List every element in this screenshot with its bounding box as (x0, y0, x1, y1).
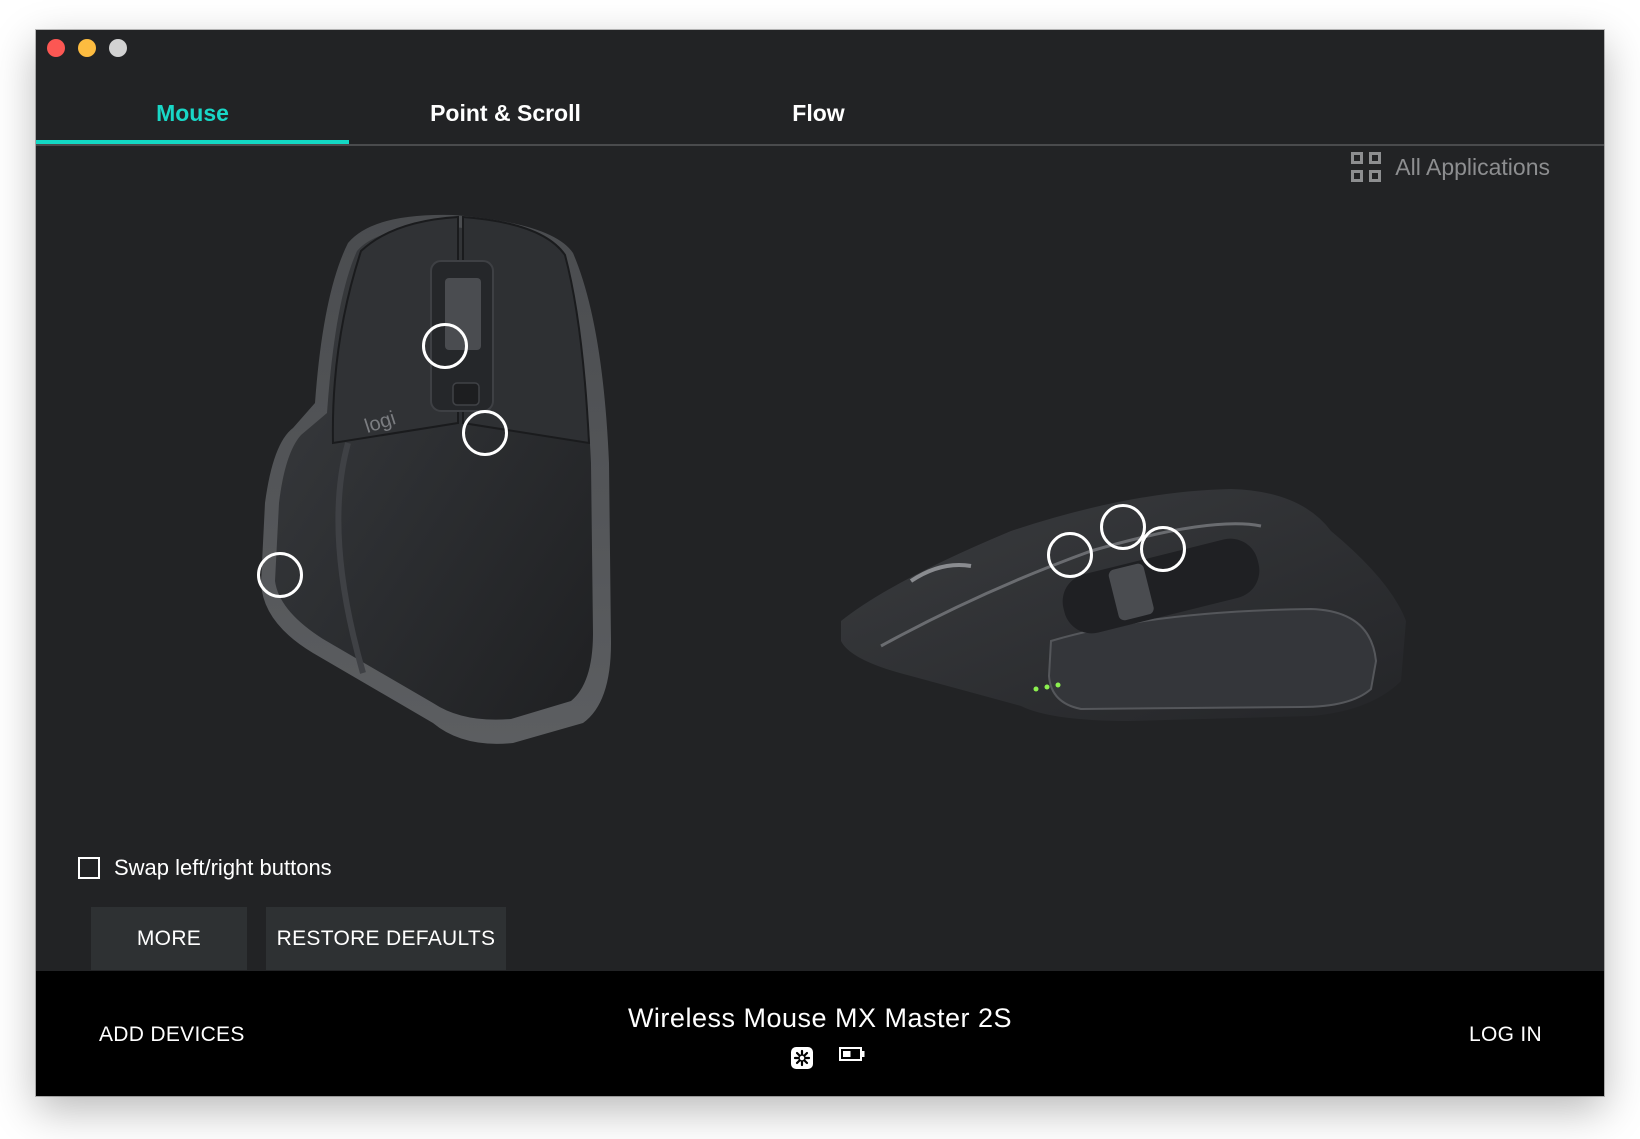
tab-flow[interactable]: Flow (662, 90, 975, 142)
hotspot-thumb-wheel[interactable] (1047, 532, 1093, 578)
window-close-button[interactable] (47, 39, 65, 57)
led-3 (1055, 682, 1061, 688)
mode-shift-button-shape (452, 382, 480, 406)
hotspot-scroll-wheel[interactable] (422, 323, 468, 369)
led-2 (1044, 684, 1050, 690)
swap-buttons-option[interactable]: Swap left/right buttons (78, 855, 332, 881)
window-minimize-button[interactable] (78, 39, 96, 57)
device-name: Wireless Mouse MX Master 2S (627, 1003, 1013, 1033)
mouse-top-view-image: logi (261, 214, 611, 744)
led-1 (1033, 686, 1039, 692)
hotspot-back-button[interactable] (1140, 526, 1186, 572)
device-stage: logi Swap left/right buttons MORE RESTOR… (36, 146, 1604, 1001)
tab-point-and-scroll[interactable]: Point & Scroll (349, 90, 662, 142)
window-maximize-button[interactable] (109, 39, 127, 57)
swap-buttons-checkbox[interactable] (78, 857, 100, 879)
battery-level (843, 1051, 851, 1057)
tab-mouse[interactable]: Mouse (36, 90, 349, 142)
hotspot-mode-shift-button[interactable] (462, 410, 508, 456)
unifying-receiver-icon (791, 1047, 813, 1069)
logitech-options-window: Mouse Point & Scroll Flow All Applicatio… (36, 30, 1604, 1096)
restore-defaults-button[interactable]: RESTORE DEFAULTS (266, 907, 506, 970)
mouse-side-view-image (841, 489, 1406, 721)
swap-buttons-label: Swap left/right buttons (114, 855, 332, 880)
hotspot-forward-button[interactable] (1100, 504, 1146, 550)
tab-bar: Mouse Point & Scroll Flow All Applicatio… (36, 90, 1604, 182)
log-in-button[interactable]: LOG IN (1469, 1023, 1542, 1047)
battery-icon (839, 1047, 865, 1061)
footer-bar: ADD DEVICES Wireless Mouse MX Master 2S … (36, 971, 1604, 1096)
hotspot-gesture-button[interactable] (257, 552, 303, 598)
window-controls (47, 39, 127, 57)
more-button[interactable]: MORE (91, 907, 247, 970)
device-status-icons (36, 1047, 1604, 1069)
